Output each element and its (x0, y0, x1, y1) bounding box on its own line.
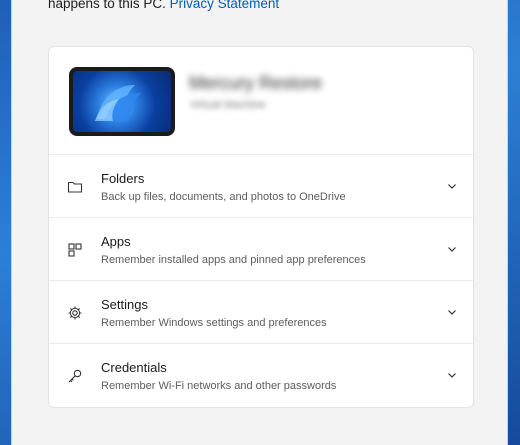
row-title-settings: Settings (101, 297, 148, 312)
row-title-credentials: Credentials (101, 360, 167, 375)
backup-window: happens to this PC. Privacy Statement Me… (11, 0, 508, 445)
row-title-folders: Folders (101, 171, 145, 186)
row-desc-settings: Remember Windows settings and preference… (101, 317, 327, 329)
row-folders[interactable]: Folders Back up files, documents, and ph… (49, 155, 473, 218)
row-desc-credentials: Remember Wi-Fi networks and other passwo… (101, 380, 337, 392)
folder-icon (67, 181, 83, 193)
row-desc-apps: Remember installed apps and pinned app p… (101, 254, 366, 266)
intro-sentence: happens to this PC. (48, 0, 166, 11)
intro-text: happens to this PC. Privacy Statement (48, 0, 279, 11)
apps-icon (68, 243, 82, 257)
device-thumbnail (69, 67, 175, 136)
wallpaper-preview (73, 71, 171, 132)
chevron-down-icon[interactable] (447, 244, 457, 254)
row-settings[interactable]: Settings Remember Windows settings and p… (49, 281, 473, 344)
chevron-down-icon[interactable] (447, 307, 457, 317)
device-subtitle: Virtual Machine (190, 99, 266, 111)
row-apps[interactable]: Apps Remember installed apps and pinned … (49, 218, 473, 281)
device-header: Mercury Restore Virtual Machine (49, 47, 473, 155)
privacy-statement-link[interactable]: Privacy Statement (170, 0, 280, 11)
windows-bloom-icon (95, 85, 141, 121)
row-credentials[interactable]: Credentials Remember Wi-Fi networks and … (49, 344, 473, 407)
gear-icon (68, 306, 82, 320)
chevron-down-icon[interactable] (447, 181, 457, 191)
chevron-down-icon[interactable] (447, 370, 457, 380)
backup-card: Mercury Restore Virtual Machine Folders … (48, 46, 474, 408)
key-icon (68, 369, 82, 383)
row-title-apps: Apps (101, 234, 131, 249)
row-desc-folders: Back up files, documents, and photos to … (101, 191, 346, 203)
device-name: Mercury Restore (189, 73, 323, 93)
